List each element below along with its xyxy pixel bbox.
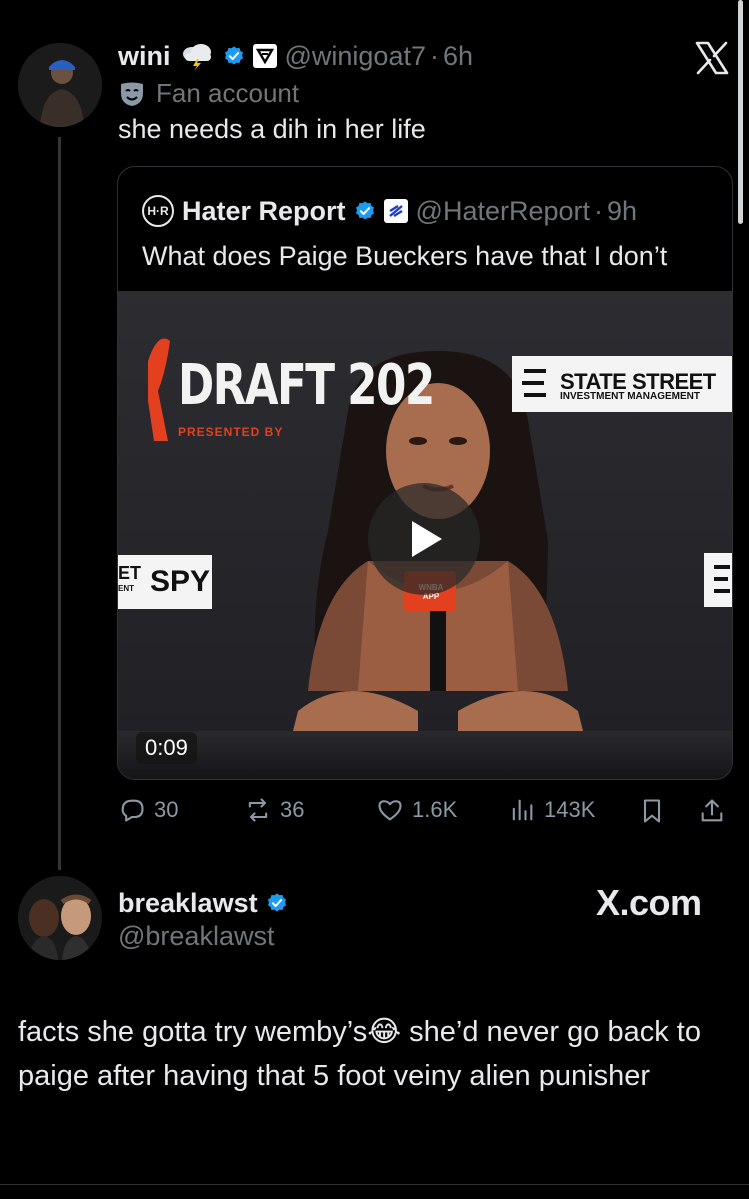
left-board-small-top: ET — [118, 563, 142, 583]
play-icon — [412, 521, 442, 557]
author-handle[interactable]: @winigoat7 — [285, 41, 427, 72]
header-separator: · — [430, 40, 439, 71]
reply-text: facts she gotta try wemby’s😂 she’d never… — [18, 1016, 701, 1092]
avatar-image — [18, 43, 102, 127]
like-action[interactable]: 1.6K — [376, 796, 457, 824]
share-icon — [701, 799, 723, 822]
tweet-timestamp[interactable]: 6h — [443, 41, 473, 72]
reply-verified-badge-icon — [267, 893, 286, 912]
like-count: 1.6K — [412, 797, 458, 822]
sponsor-subtitle: INVESTMENT MANAGEMENT — [560, 391, 700, 402]
bookmark-icon — [643, 799, 661, 823]
video-player[interactable]: DRAFT 202 PRESENTED BY STATE STREET INVE… — [118, 291, 732, 779]
share-button[interactable] — [698, 797, 726, 825]
views-action[interactable]: 143K — [508, 796, 595, 824]
reply-author-handle[interactable]: @breaklawst — [118, 921, 274, 952]
avatar-breaklawst[interactable] — [18, 876, 102, 960]
views-count: 143K — [544, 797, 596, 822]
video-duration: 0:09 — [136, 732, 197, 764]
reply-icon — [121, 799, 144, 822]
affiliate-badge-icon — [252, 44, 277, 68]
presented-by-text: PRESENTED BY — [178, 425, 284, 439]
author-name[interactable]: wini — [118, 41, 171, 72]
thread-line — [58, 137, 61, 870]
quote-author-name[interactable]: Hater Report — [182, 196, 346, 227]
repost-count: 36 — [280, 797, 305, 822]
left-board-text: SPY — [150, 565, 211, 598]
repost-icon — [248, 798, 268, 822]
quote-verified-badge-icon — [355, 201, 374, 220]
bottom-divider — [0, 1184, 749, 1185]
fan-account-label: Fan account — [118, 78, 299, 109]
quote-timestamp[interactable]: 9h — [607, 196, 637, 227]
avatar-image — [18, 876, 102, 960]
reply-header: breaklawst — [118, 886, 288, 920]
x-com-label: X.com — [596, 882, 702, 923]
quote-header: H·R Hater Report @HaterReport · 9h — [142, 195, 637, 227]
fan-account-text: Fan account — [156, 78, 300, 108]
heart-icon — [378, 800, 402, 821]
reply-action[interactable]: 30 — [118, 796, 178, 824]
draft-banner-text: DRAFT 202 — [178, 353, 435, 418]
quote-author-handle[interactable]: @HaterReport — [416, 196, 590, 227]
bookmark-button[interactable] — [638, 797, 666, 825]
reply-count: 30 — [154, 797, 179, 822]
reply-author-name[interactable]: breaklawst — [118, 888, 258, 919]
x-logo-icon — [694, 40, 730, 76]
repost-action[interactable]: 36 — [244, 796, 304, 824]
verified-badge-icon — [224, 46, 243, 65]
views-icon — [512, 799, 533, 821]
mask-icon — [121, 82, 143, 106]
quote-tweet-card[interactable]: H·R Hater Report @HaterReport · 9h What … — [117, 166, 733, 780]
quote-text: What does Paige Bueckers have that I don… — [142, 241, 668, 271]
play-button[interactable] — [368, 483, 480, 595]
scrollbar-thumb[interactable] — [738, 0, 743, 224]
tweet-text: she needs a dih in her life — [118, 114, 426, 144]
cloud-lightning-emoji-icon — [179, 41, 215, 71]
left-board-small-bottom: ENT — [118, 584, 134, 593]
quote-avatar[interactable]: H·R — [142, 195, 174, 227]
quote-affiliate-badge-icon — [383, 199, 408, 223]
tweet-header: wini @winigoat7 · 6h — [118, 39, 473, 73]
quote-separator: · — [594, 195, 604, 226]
avatar-wini[interactable] — [18, 43, 102, 127]
